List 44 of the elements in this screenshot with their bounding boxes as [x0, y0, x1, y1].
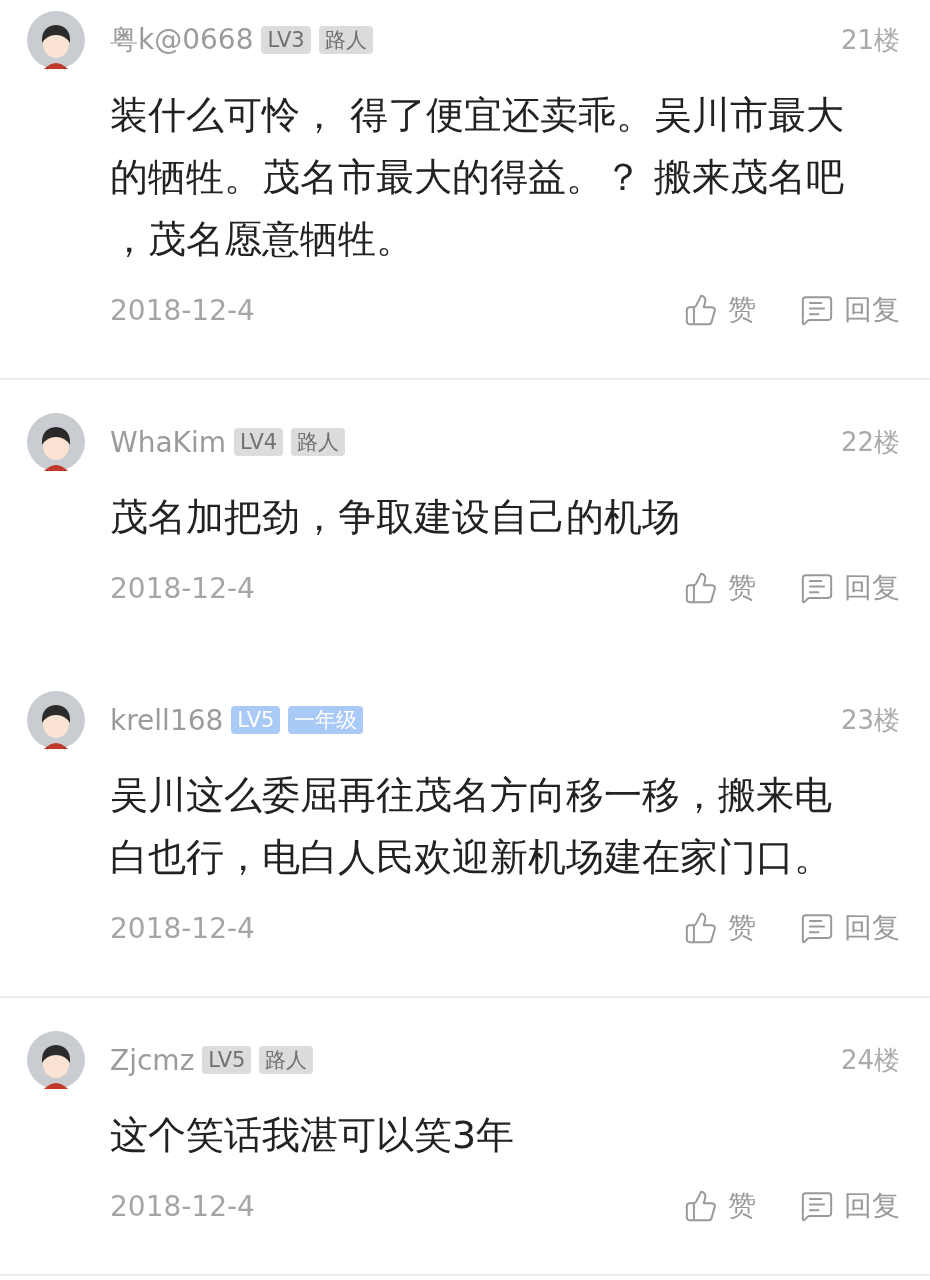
thumbs-up-icon — [684, 1189, 718, 1223]
username[interactable]: Zjcmz — [110, 1043, 195, 1077]
reply-button[interactable]: 回复 — [800, 291, 900, 329]
comment-icon — [800, 293, 834, 327]
username[interactable]: 粤k@0668 — [110, 21, 254, 59]
avatar-icon[interactable] — [27, 11, 85, 69]
floor-number: 21楼 — [840, 23, 900, 57]
level-badge: 路人 — [291, 428, 346, 456]
level-badge: LV3 — [261, 26, 311, 54]
level-badge: 路人 — [318, 26, 373, 54]
like-button[interactable]: 赞 — [684, 1187, 756, 1225]
floor-number: 22楼 — [840, 425, 900, 459]
level-badge: 路人 — [259, 1046, 314, 1074]
avatar-icon[interactable] — [27, 413, 85, 471]
comment-text: 这个笑话我湛可以笑3年 — [110, 1112, 516, 1159]
comment-icon — [800, 1189, 834, 1223]
comment-date: 2018-12-4 — [110, 1189, 255, 1223]
level-badge: LV4 — [234, 428, 284, 456]
comment-date: 2018-12-4 — [110, 911, 255, 945]
username[interactable]: WhaKim — [110, 425, 226, 459]
comment-text: 茂名加把劲，争取建设自己的机场 — [110, 494, 681, 541]
level-badge: LV5 — [202, 1046, 252, 1074]
like-button[interactable]: 赞 — [684, 291, 756, 329]
like-button[interactable]: 赞 — [684, 569, 756, 607]
avatar-icon[interactable] — [27, 691, 85, 749]
level-badge: 一年级 — [288, 706, 364, 734]
reply-button[interactable]: 回复 — [800, 569, 900, 607]
thumbs-up-icon — [684, 571, 718, 605]
username[interactable]: krell168 — [110, 703, 224, 737]
thumbs-up-icon — [684, 911, 718, 945]
floor-number: 24楼 — [840, 1043, 900, 1077]
like-button[interactable]: 赞 — [684, 909, 756, 947]
reply-button[interactable]: 回复 — [800, 1187, 900, 1225]
avatar-icon[interactable] — [27, 1031, 85, 1089]
floor-number: 23楼 — [840, 703, 900, 737]
comment-date: 2018-12-4 — [110, 293, 255, 327]
comment-icon — [800, 571, 834, 605]
comment-date: 2018-12-4 — [110, 571, 255, 605]
comment-text: 装什么可怜， 得了便宜还卖乖。吴川市最大的牺牲。茂名市最大的得益。？ 搬来茂名吧，茂名愿意牺牲。 — [110, 92, 846, 263]
level-badge: LV5 — [231, 706, 281, 734]
comment-text: 吴川这么委屈再往茂名方向移一移，搬来电白也行，电白人民欢迎新机场建在家门口。 — [110, 772, 833, 881]
thumbs-up-icon — [684, 293, 718, 327]
reply-button[interactable]: 回复 — [800, 909, 900, 947]
comment-icon — [800, 911, 834, 945]
